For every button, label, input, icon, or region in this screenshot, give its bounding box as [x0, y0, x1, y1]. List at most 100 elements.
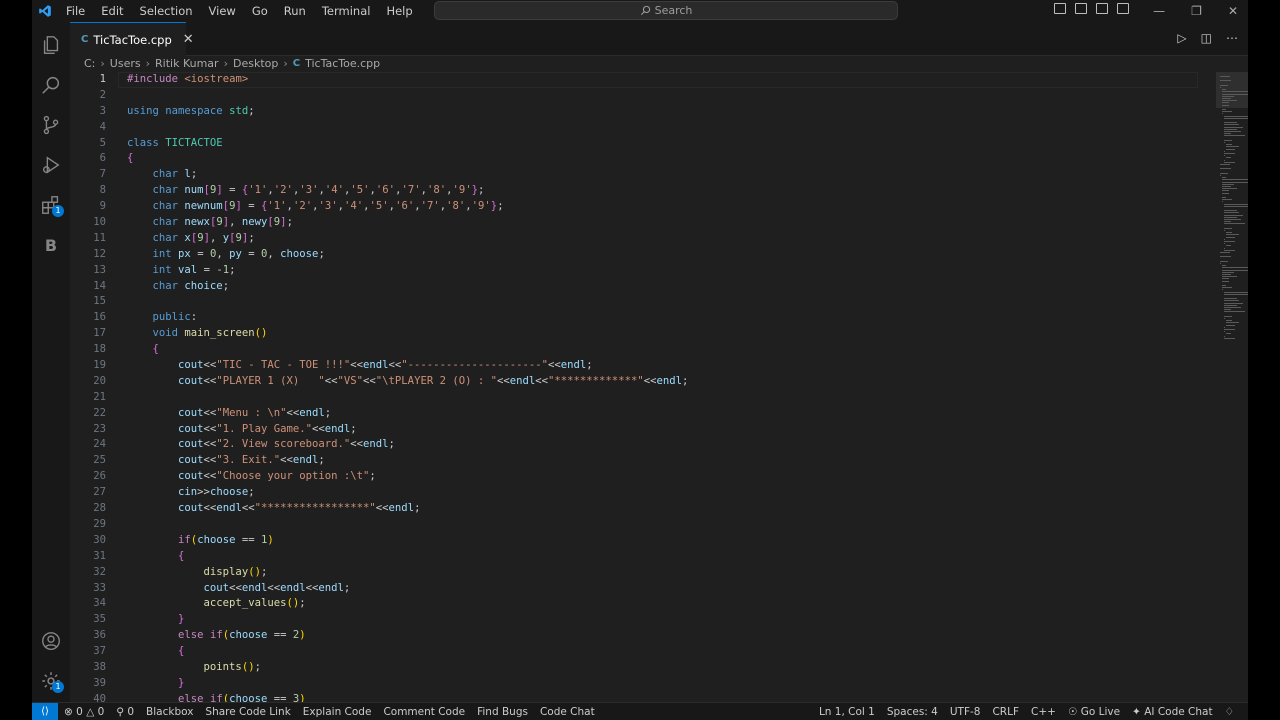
minimap-line [1224, 205, 1248, 207]
code-line[interactable]: char newnum[9] = {'1','2','3','4','5','6… [127, 199, 1187, 215]
code-line[interactable]: { [127, 549, 1187, 565]
breadcrumb-desktop[interactable]: Desktop [233, 57, 278, 70]
toggle-panel-icon[interactable] [1075, 3, 1087, 14]
manage-gear-icon[interactable]: 1 [38, 668, 64, 694]
code-line[interactable]: class TICTACTOE [127, 136, 1187, 152]
extensions-icon[interactable]: 1 [38, 192, 64, 218]
code-line[interactable]: accept_values(); [127, 596, 1187, 612]
code-line[interactable]: int val = -1; [127, 263, 1187, 279]
code-line[interactable]: } [127, 676, 1187, 692]
breadcrumb-user[interactable]: Ritik Kumar [155, 57, 219, 70]
menu-help[interactable]: Help [378, 0, 420, 22]
code-line[interactable]: void main_screen() [127, 326, 1187, 342]
code-line[interactable]: points(); [127, 660, 1187, 676]
code-line[interactable] [127, 88, 1187, 104]
blackbox-icon[interactable]: B [38, 232, 64, 258]
menu-edit[interactable]: Edit [93, 0, 131, 22]
run-debug-icon[interactable] [38, 152, 64, 178]
toggle-secondary-sidebar-icon[interactable] [1096, 3, 1108, 14]
cursor-position[interactable]: Ln 1, Col 1 [813, 706, 881, 718]
account-icon[interactable] [38, 628, 64, 654]
customize-layout-icon[interactable] [1117, 3, 1129, 14]
more-actions-icon[interactable]: ⋯ [1226, 31, 1238, 45]
go-live[interactable]: ☉ Go Live [1062, 706, 1126, 718]
code-lines[interactable]: #include <iostream> using namespace std;… [127, 72, 1187, 702]
close-window-icon[interactable]: ✕ [1228, 0, 1238, 22]
code-line[interactable]: cout<<"Menu : \n"<<endl; [127, 406, 1187, 422]
menu-terminal[interactable]: Terminal [314, 0, 379, 22]
ai-code-chat[interactable]: ✦ AI Code Chat [1126, 706, 1219, 718]
code-line[interactable]: if(choose == 1) [127, 533, 1187, 549]
code-line[interactable]: } [127, 612, 1187, 628]
code-line[interactable]: cout<<"TIC - TAC - TOE !!!"<<endl<<"----… [127, 358, 1187, 374]
code-line[interactable]: cout<<endl<<endl<<endl; [127, 581, 1187, 597]
code-line[interactable]: char newx[9], newy[9]; [127, 215, 1187, 231]
code-line[interactable]: cout<<endl<<"*****************"<<endl; [127, 501, 1187, 517]
explorer-icon[interactable] [38, 32, 64, 58]
status-comment-code[interactable]: Comment Code [377, 706, 471, 718]
breadcrumb-file[interactable]: TicTacToe.cpp [305, 57, 380, 70]
minimize-icon[interactable]: — [1153, 0, 1165, 22]
code-line[interactable]: char x[9], y[9]; [127, 231, 1187, 247]
toggle-primary-sidebar-icon[interactable] [1054, 3, 1066, 14]
split-editor-icon[interactable]: ◫ [1201, 31, 1212, 45]
code-line[interactable]: cout<<"PLAYER 1 (X) "<<"VS"<<"\tPLAYER 2… [127, 374, 1187, 390]
tab-tictactoe-cpp[interactable]: C TicTacToe.cpp ✕ [70, 22, 194, 56]
status-find-bugs[interactable]: Find Bugs [471, 706, 534, 718]
minimap[interactable] [1216, 72, 1248, 702]
code-line[interactable]: int px = 0, py = 0, choose; [127, 247, 1187, 263]
problems-indicator[interactable]: ⊗ 0 △ 0 [58, 706, 110, 718]
code-line[interactable] [127, 517, 1187, 533]
code-line[interactable]: { [127, 342, 1187, 358]
language-mode[interactable]: C++ [1025, 706, 1062, 718]
code-line[interactable]: cout<<"2. View scoreboard."<<endl; [127, 437, 1187, 453]
code-line[interactable]: cout<<"3. Exit."<<endl; [127, 453, 1187, 469]
minimap-line [1226, 234, 1239, 236]
code-line[interactable]: else if(choose == 2) [127, 628, 1187, 644]
encoding[interactable]: UTF-8 [944, 706, 987, 718]
command-center-search[interactable]: Search [434, 1, 898, 20]
tab-label: TicTacToe.cpp [93, 32, 172, 47]
ports-indicator[interactable]: ⚲ 0 [110, 706, 140, 718]
notifications-bell-icon[interactable]: ♢ [1219, 706, 1240, 718]
menu-go[interactable]: Go [244, 0, 276, 22]
code-line[interactable]: else if(choose == 3) [127, 692, 1187, 702]
menu-view[interactable]: View [201, 0, 244, 22]
code-editor[interactable]: 1 2 3 4 5 6 7 8 9 10 11 12 13 14 15 16 17 18 19 20 21 22 23 24 2… [70, 72, 1248, 702]
code-line[interactable] [127, 390, 1187, 406]
code-line[interactable]: using namespace std; [127, 104, 1187, 120]
remote-indicator-icon[interactable]: ⟨⟩ [32, 702, 58, 720]
status-share-code-link[interactable]: Share Code Link [199, 706, 296, 718]
code-line[interactable]: cin>>choose; [127, 485, 1187, 501]
search-view-icon[interactable] [38, 72, 64, 98]
chevron-right-icon: › [145, 56, 151, 70]
menu-run[interactable]: Run [276, 0, 314, 22]
code-line[interactable]: #include <iostream> [127, 72, 1187, 88]
end-of-line[interactable]: CRLF [986, 706, 1025, 718]
indentation[interactable]: Spaces: 4 [881, 706, 944, 718]
run-code-icon[interactable]: ▷ [1177, 31, 1186, 45]
status-explain-code[interactable]: Explain Code [297, 706, 378, 718]
code-line[interactable]: cout<<"Choose your option :\t"; [127, 469, 1187, 485]
line-number: 34 [93, 597, 106, 610]
code-line[interactable] [127, 294, 1187, 310]
breadcrumb-users[interactable]: Users [110, 57, 141, 70]
code-line[interactable]: public: [127, 310, 1187, 326]
code-line[interactable]: char choice; [127, 279, 1187, 295]
maximize-icon[interactable]: ❐ [1191, 0, 1202, 22]
minimap-viewport[interactable] [1216, 72, 1248, 108]
breadcrumb-drive[interactable]: C: [84, 57, 95, 70]
code-line[interactable]: { [127, 644, 1187, 660]
code-line[interactable]: char l; [127, 167, 1187, 183]
status-code-chat[interactable]: Code Chat [534, 706, 601, 718]
code-line[interactable]: cout<<"1. Play Game."<<endl; [127, 422, 1187, 438]
code-line[interactable]: display(); [127, 565, 1187, 581]
menu-selection[interactable]: Selection [132, 0, 201, 22]
source-control-icon[interactable] [38, 112, 64, 138]
close-tab-icon[interactable]: ✕ [183, 32, 194, 47]
code-line[interactable] [127, 120, 1187, 136]
code-line[interactable]: { [127, 151, 1187, 167]
code-line[interactable]: char num[9] = {'1','2','3','4','5','6','… [127, 183, 1187, 199]
menu-file[interactable]: File [58, 0, 93, 22]
status-blackbox[interactable]: Blackbox [140, 706, 199, 718]
